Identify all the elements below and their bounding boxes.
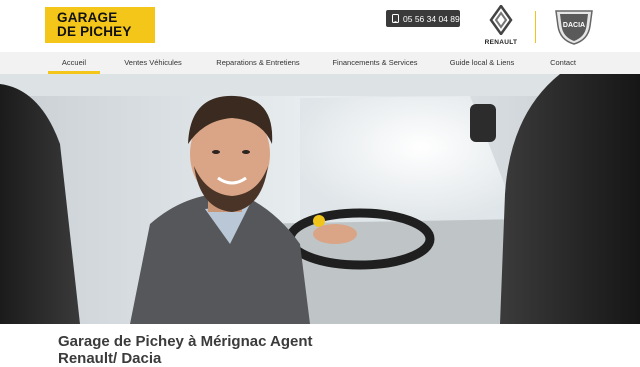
renault-wordmark: RENAULT	[484, 39, 518, 46]
phone-button[interactable]: 05 56 34 04 89	[386, 10, 460, 27]
hero-image	[0, 74, 640, 324]
renault-diamond-icon	[489, 5, 513, 35]
nav-item-contact[interactable]: Contact	[542, 52, 584, 74]
hero-photo	[0, 74, 640, 324]
logo-line-2: DE PICHEY	[57, 24, 132, 39]
site-header: GARAGE DE PICHEY 05 56 34 04 89 RENAULT …	[0, 0, 640, 52]
garage-logo[interactable]: GARAGE DE PICHEY	[45, 7, 155, 43]
nav-item-guide-local-liens[interactable]: Guide local & Liens	[446, 52, 518, 74]
phone-icon	[392, 14, 399, 23]
logo-line-1: GARAGE	[57, 10, 118, 25]
brand-divider	[535, 11, 536, 43]
nav-item-ventes-vehicules[interactable]: Ventes Véhicules	[118, 52, 188, 74]
dacia-wordmark: DACIA	[563, 22, 585, 29]
nav-item-financements-services[interactable]: Financements & Services	[330, 52, 420, 74]
dacia-shield-icon: DACIA	[555, 10, 593, 45]
phone-number: 05 56 34 04 89	[403, 13, 460, 24]
page-title: Garage de Pichey à Mérignac Agent Renaul…	[58, 333, 313, 367]
main-nav: Accueil Ventes Véhicules Reparations & E…	[0, 52, 640, 74]
nav-item-reparations-entretiens[interactable]: Reparations & Entretiens	[210, 52, 306, 74]
dacia-logo[interactable]: DACIA	[552, 8, 596, 46]
renault-logo[interactable]: RENAULT	[476, 5, 526, 49]
nav-item-accueil[interactable]: Accueil	[48, 52, 100, 74]
main-content: Garage de Pichey à Mérignac Agent Renaul…	[0, 324, 640, 367]
